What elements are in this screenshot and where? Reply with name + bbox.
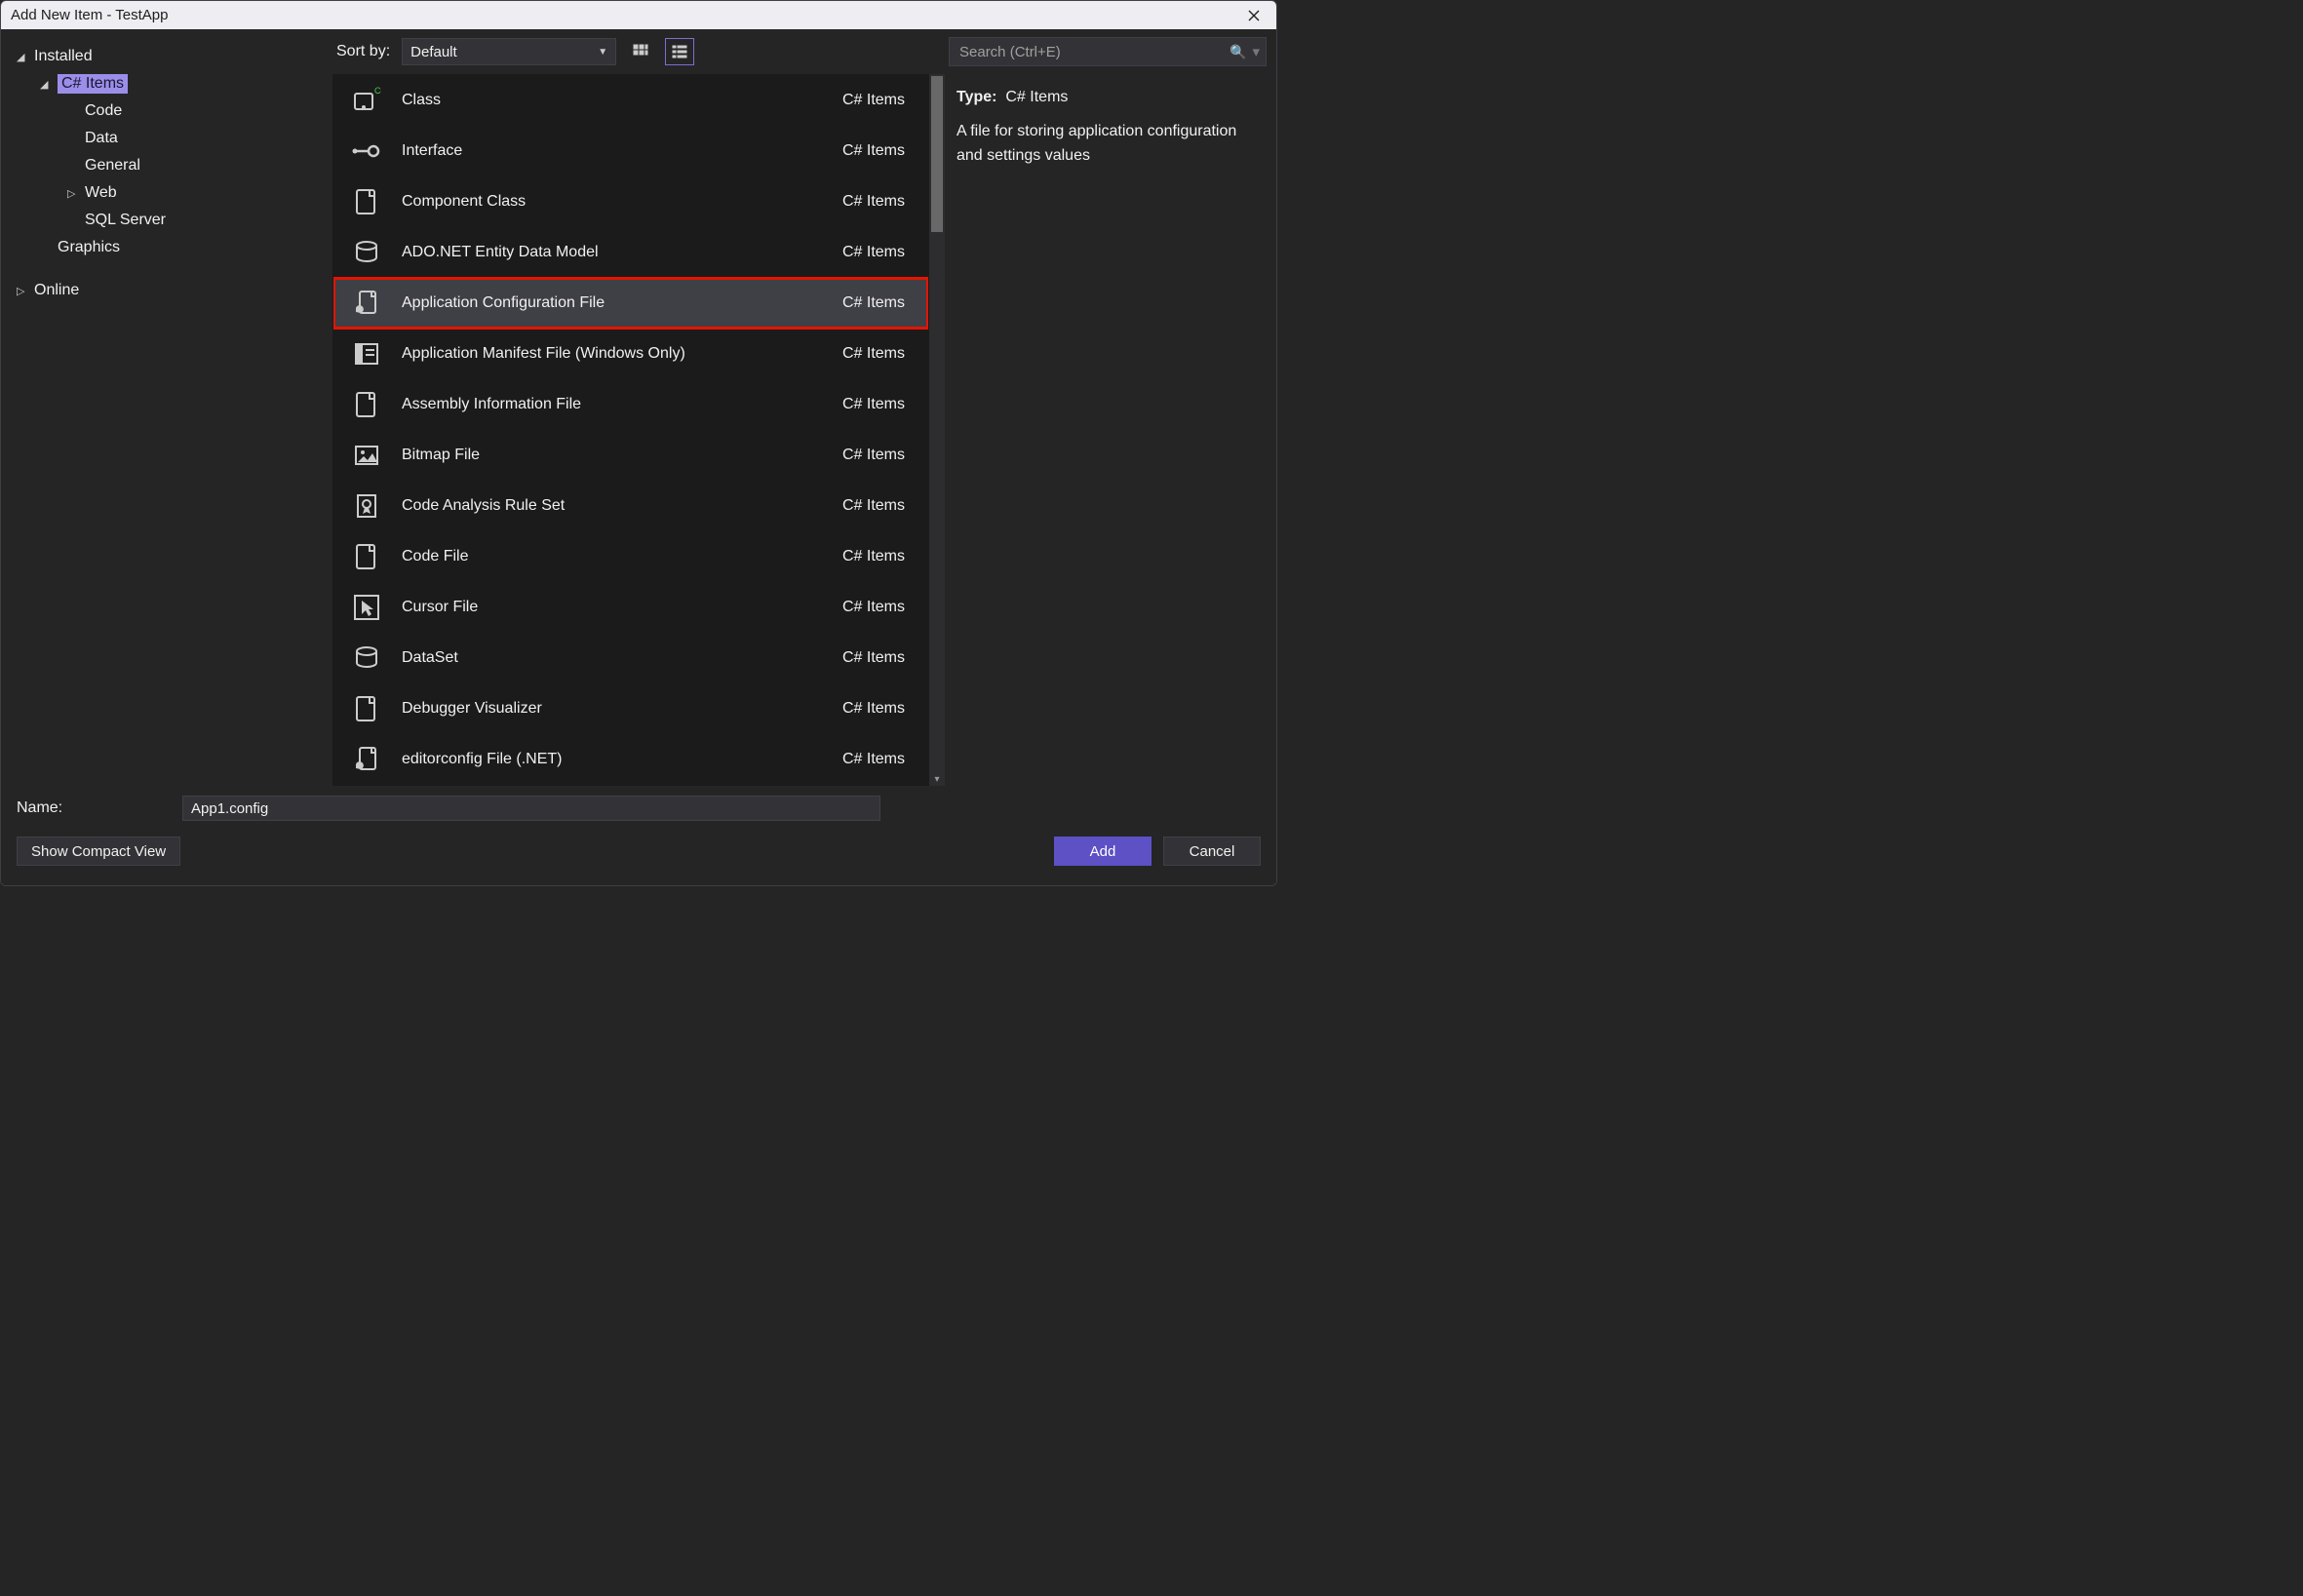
svg-text:C#: C# <box>374 86 381 96</box>
template-category: C# Items <box>842 396 905 413</box>
template-name: Assembly Information File <box>402 396 825 413</box>
template-item[interactable]: Application Configuration File C# Items <box>333 278 928 329</box>
tree-code[interactable]: Code <box>17 97 317 125</box>
tree-sql-server[interactable]: SQL Server <box>17 207 317 234</box>
scrollbar-thumb[interactable] <box>931 76 943 232</box>
template-icon <box>349 387 384 422</box>
template-item[interactable]: DataSet C# Items <box>333 633 928 683</box>
template-category: C# Items <box>842 548 905 565</box>
chevron-right-icon: ▷ <box>67 187 79 200</box>
template-icon <box>349 134 384 169</box>
template-category: C# Items <box>842 649 905 667</box>
template-name: Application Configuration File <box>402 294 825 312</box>
category-tree: ◢ Installed ◢ C# Items Code Data Ge <box>1 29 332 786</box>
template-icon <box>349 438 384 473</box>
tree-online[interactable]: ▷ Online <box>17 277 317 304</box>
tree-graphics[interactable]: Graphics <box>17 234 317 261</box>
view-list-icon[interactable] <box>665 38 694 65</box>
template-name: Class <box>402 92 825 109</box>
template-item[interactable]: ADO.NET Entity Data Model C# Items <box>333 227 928 278</box>
template-name: Application Manifest File (Windows Only) <box>402 345 825 363</box>
scrollbar[interactable]: ▾ <box>929 74 945 786</box>
name-label: Name: <box>17 799 169 817</box>
template-category: C# Items <box>842 142 905 160</box>
template-icon: C# <box>349 83 384 118</box>
template-icon <box>349 286 384 321</box>
template-category: C# Items <box>842 599 905 616</box>
template-category: C# Items <box>842 497 905 515</box>
scroll-down-icon[interactable]: ▾ <box>929 772 945 786</box>
template-name: Cursor File <box>402 599 825 616</box>
template-name: Code Analysis Rule Set <box>402 497 825 515</box>
chevron-down-icon: ▼ <box>598 47 607 58</box>
template-name: Component Class <box>402 193 825 211</box>
template-name: Interface <box>402 142 825 160</box>
template-item[interactable]: Cursor File C# Items <box>333 582 928 633</box>
template-item[interactable]: Component Class C# Items <box>333 176 928 227</box>
template-category: C# Items <box>842 92 905 109</box>
type-label: Type: <box>956 89 996 105</box>
add-button[interactable]: Add <box>1054 837 1152 866</box>
search-input[interactable] <box>959 44 1224 60</box>
template-category: C# Items <box>842 751 905 768</box>
template-icon <box>349 641 384 676</box>
template-category: C# Items <box>842 345 905 363</box>
type-value: C# Items <box>1005 89 1068 105</box>
template-name: DataSet <box>402 649 825 667</box>
name-input[interactable] <box>182 796 880 821</box>
template-category: C# Items <box>842 244 905 261</box>
tree-installed[interactable]: ◢ Installed <box>17 43 317 70</box>
template-icon <box>349 590 384 625</box>
bottom-bar: Name: Show Compact View Add Cancel <box>1 786 1276 885</box>
template-name: ADO.NET Entity Data Model <box>402 244 825 261</box>
search-box[interactable]: 🔍 ▾ <box>949 37 1267 66</box>
template-item[interactable]: Bitmap File C# Items <box>333 430 928 481</box>
search-icon[interactable]: 🔍 <box>1230 44 1246 60</box>
template-item[interactable]: editorconfig File (.NET) C# Items <box>333 734 928 785</box>
template-item[interactable]: Debugger Visualizer C# Items <box>333 683 928 734</box>
template-list: C#ClassC# ItemsInterfaceC# ItemsComponen… <box>332 74 929 786</box>
chevron-right-icon: ▷ <box>17 285 28 297</box>
template-icon <box>349 742 384 777</box>
titlebar: Add New Item - TestApp <box>1 1 1276 29</box>
sort-by-label: Sort by: <box>336 43 390 60</box>
template-item[interactable]: Code File C# Items <box>333 531 928 582</box>
view-grid-icon[interactable] <box>626 38 655 65</box>
template-category: C# Items <box>842 700 905 718</box>
tree-csharp-items[interactable]: ◢ C# Items <box>17 70 317 97</box>
chevron-down-icon: ◢ <box>17 51 28 63</box>
show-compact-view-button[interactable]: Show Compact View <box>17 837 180 866</box>
chevron-down-icon: ◢ <box>40 78 52 91</box>
template-item[interactable]: C# Class C# Items <box>333 75 928 126</box>
template-name: Bitmap File <box>402 447 825 464</box>
template-item[interactable]: Interface C# Items <box>333 126 928 176</box>
template-name: Debugger Visualizer <box>402 700 825 718</box>
template-item[interactable]: Assembly Information File C# Items <box>333 379 928 430</box>
template-icon <box>349 235 384 270</box>
template-icon <box>349 691 384 726</box>
add-new-item-dialog: Add New Item - TestApp ◢ Installed ◢ C# … <box>0 0 1277 886</box>
template-icon <box>349 539 384 574</box>
tree-general[interactable]: General <box>17 152 317 179</box>
window-title: Add New Item - TestApp <box>11 7 1241 23</box>
description-text: A file for storing application configura… <box>956 120 1265 169</box>
template-item[interactable]: Application Manifest File (Windows Only)… <box>333 329 928 379</box>
sort-toolbar: Sort by: Default ▼ <box>332 29 945 74</box>
template-category: C# Items <box>842 294 905 312</box>
description-panel: Type: C# Items A file for storing applic… <box>945 74 1276 179</box>
sort-by-dropdown[interactable]: Default ▼ <box>402 38 616 65</box>
template-name: editorconfig File (.NET) <box>402 751 825 768</box>
template-category: C# Items <box>842 447 905 464</box>
close-icon[interactable] <box>1241 3 1267 28</box>
template-icon <box>349 336 384 371</box>
template-item[interactable]: Code Analysis Rule Set C# Items <box>333 481 928 531</box>
template-category: C# Items <box>842 193 905 211</box>
template-icon <box>349 488 384 524</box>
template-icon <box>349 184 384 219</box>
template-name: Code File <box>402 548 825 565</box>
cancel-button[interactable]: Cancel <box>1163 837 1261 866</box>
tree-data[interactable]: Data <box>17 125 317 152</box>
tree-web[interactable]: ▷ Web <box>17 179 317 207</box>
